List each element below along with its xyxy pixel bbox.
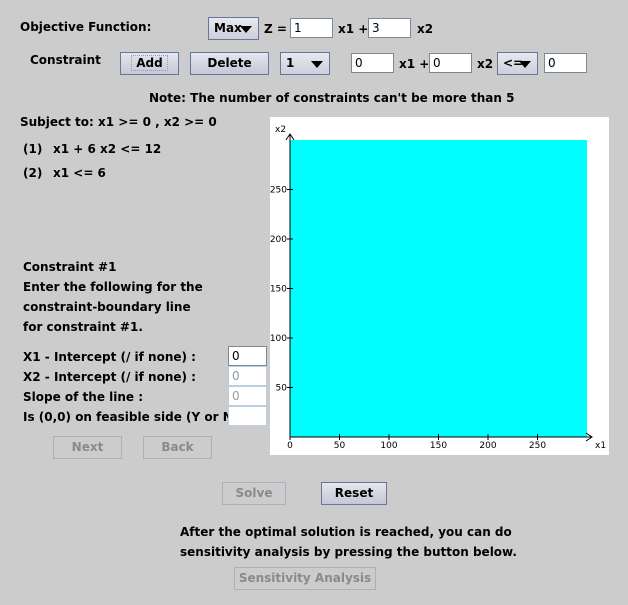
delete-button[interactable]: Delete: [190, 52, 269, 75]
constraint-1-number: (1): [23, 142, 43, 156]
feasible-side-input[interactable]: [228, 406, 267, 426]
y-tick-label: 100: [270, 334, 287, 344]
feasible-region: [290, 140, 587, 437]
constraint-2-number: (2): [23, 166, 43, 180]
objective-x1-label: x1 +: [338, 22, 369, 36]
x-tick-label: 200: [479, 441, 496, 451]
z-label: Z =: [264, 22, 287, 36]
slope-label: Slope of the line :: [23, 390, 144, 404]
x1-intercept-input[interactable]: [228, 346, 267, 366]
constraint-rhs-input[interactable]: [544, 53, 587, 73]
constraint-label: Constraint: [30, 53, 101, 67]
slope-input[interactable]: [228, 386, 267, 406]
feasible-side-label: Is (0,0) on feasible side (Y or N)?: [23, 410, 246, 424]
y-axis-label: x2: [275, 125, 286, 135]
objective-mode-value: Max: [214, 21, 242, 35]
sensitivity-analysis-button[interactable]: Sensitivity Analysis: [234, 567, 376, 590]
constraint-coef1-input[interactable]: [351, 53, 394, 73]
instruction-line-4: for constraint #1.: [23, 320, 143, 334]
y-tick-label: 250: [270, 186, 287, 196]
objective-x2-label: x2: [417, 22, 434, 36]
instruction-title: Constraint #1: [23, 260, 117, 274]
add-button-label: Add: [131, 55, 168, 71]
x-tick-label: 0: [287, 441, 293, 451]
instruction-line-2: Enter the following for the: [23, 280, 203, 294]
x-tick-label: 150: [430, 441, 447, 451]
constraint-index-value: 1: [286, 56, 295, 70]
feasible-region-plot: 0 50 100 150 200 250 50 100 150 200 250 x1 x2: [270, 117, 609, 455]
constraint-x1-label: x1 +: [399, 57, 430, 71]
x-tick-label: 250: [529, 441, 546, 451]
footer-text-line-2: sensitivity analysis by pressing the but…: [180, 545, 517, 559]
chevron-down-icon: [311, 61, 323, 68]
x2-intercept-input[interactable]: [228, 366, 267, 386]
x2-intercept-label: X2 - Intercept (/ if none) :: [23, 370, 196, 384]
subject-to-text: Subject to: x1 >= 0 , x2 >= 0: [20, 115, 217, 129]
objective-coef1-input[interactable]: [290, 18, 333, 38]
x-tick-label: 100: [380, 441, 397, 451]
operator-select[interactable]: <=: [497, 52, 538, 75]
x-tick-label: 50: [334, 441, 346, 451]
objective-mode-select[interactable]: Max: [208, 17, 259, 40]
x-axis-label: x1: [595, 441, 606, 451]
constraint-1-expression: x1 + 6 x2 <= 12: [53, 142, 162, 156]
objective-label: Objective Function:: [20, 20, 152, 34]
back-button[interactable]: Back: [143, 436, 212, 459]
add-button[interactable]: Add: [120, 52, 179, 75]
reset-button[interactable]: Reset: [321, 482, 387, 505]
y-tick-label: 150: [270, 285, 287, 295]
chevron-down-icon: [240, 26, 252, 33]
constraint-x2-label: x2: [477, 57, 494, 71]
footer-text-line-1: After the optimal solution is reached, y…: [180, 525, 512, 539]
plot-canvas: 0 50 100 150 200 250 50 100 150 200 250 x1 x2: [270, 125, 606, 451]
constraint-2-expression: x1 <= 6: [53, 166, 106, 180]
constraint-limit-note: Note: The number of constraints can't be…: [149, 91, 515, 105]
constraint-coef2-input[interactable]: [429, 53, 472, 73]
chevron-down-icon: [519, 61, 531, 68]
solve-button[interactable]: Solve: [222, 482, 286, 505]
objective-coef2-input[interactable]: [368, 18, 411, 38]
x1-intercept-label: X1 - Intercept (/ if none) :: [23, 350, 196, 364]
instruction-line-3: constraint-boundary line: [23, 300, 191, 314]
y-tick-label: 200: [270, 235, 287, 245]
next-button[interactable]: Next: [53, 436, 122, 459]
y-tick-label: 50: [276, 384, 288, 394]
constraint-index-select[interactable]: 1: [280, 52, 330, 75]
